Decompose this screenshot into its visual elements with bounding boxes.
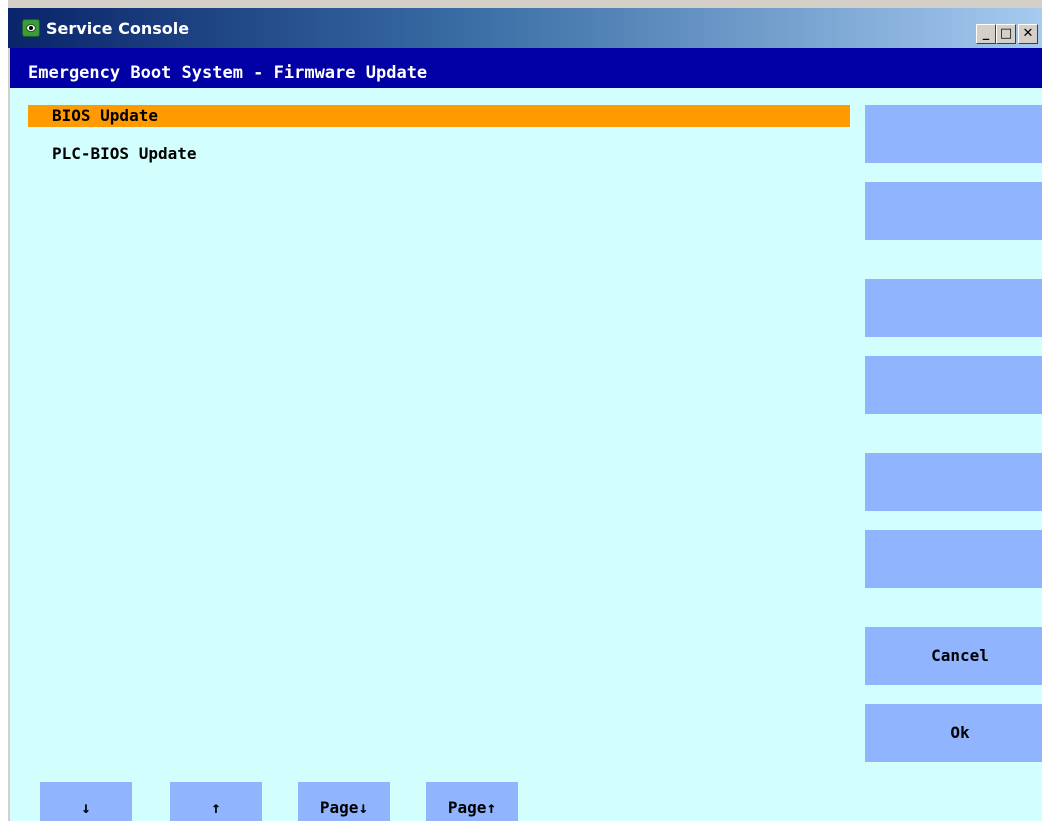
softkey-v3[interactable] (865, 279, 1042, 337)
maximize-button[interactable]: □ (996, 24, 1016, 44)
softkey-v2[interactable] (865, 182, 1042, 240)
screen-title: Emergency Boot System - Firmware Update (28, 63, 428, 83)
screen-header: Emergency Boot System - Firmware Update (10, 48, 1042, 88)
softkey-v1[interactable] (865, 105, 1042, 163)
softkey-v6[interactable] (865, 530, 1042, 588)
close-button[interactable]: ✕ (1018, 24, 1038, 44)
arrow-up-button[interactable]: ↑ (170, 782, 262, 821)
title-bar[interactable]: Service Console _ □ ✕ (8, 8, 1042, 48)
minimize-button[interactable]: _ (976, 24, 996, 44)
window-title: Service Console (46, 19, 190, 38)
softkey-v5[interactable] (865, 453, 1042, 511)
ok-button[interactable]: Ok (865, 704, 1042, 762)
list-item-plc-bios-update[interactable]: PLC-BIOS Update (28, 143, 850, 165)
page-down-button[interactable]: Page↓ (298, 782, 390, 821)
main-content: BIOS Update PLC-BIOS Update Cancel Ok ↓ … (10, 88, 1042, 821)
app-eye-icon (22, 19, 40, 37)
cancel-button[interactable]: Cancel (865, 627, 1042, 685)
list-item-bios-update[interactable]: BIOS Update (28, 105, 850, 127)
arrow-down-button[interactable]: ↓ (40, 782, 132, 821)
service-console-window: Service Console _ □ ✕ Emergency Boot Sys… (8, 0, 1042, 821)
softkey-v4[interactable] (865, 356, 1042, 414)
page-up-button[interactable]: Page↑ (426, 782, 518, 821)
